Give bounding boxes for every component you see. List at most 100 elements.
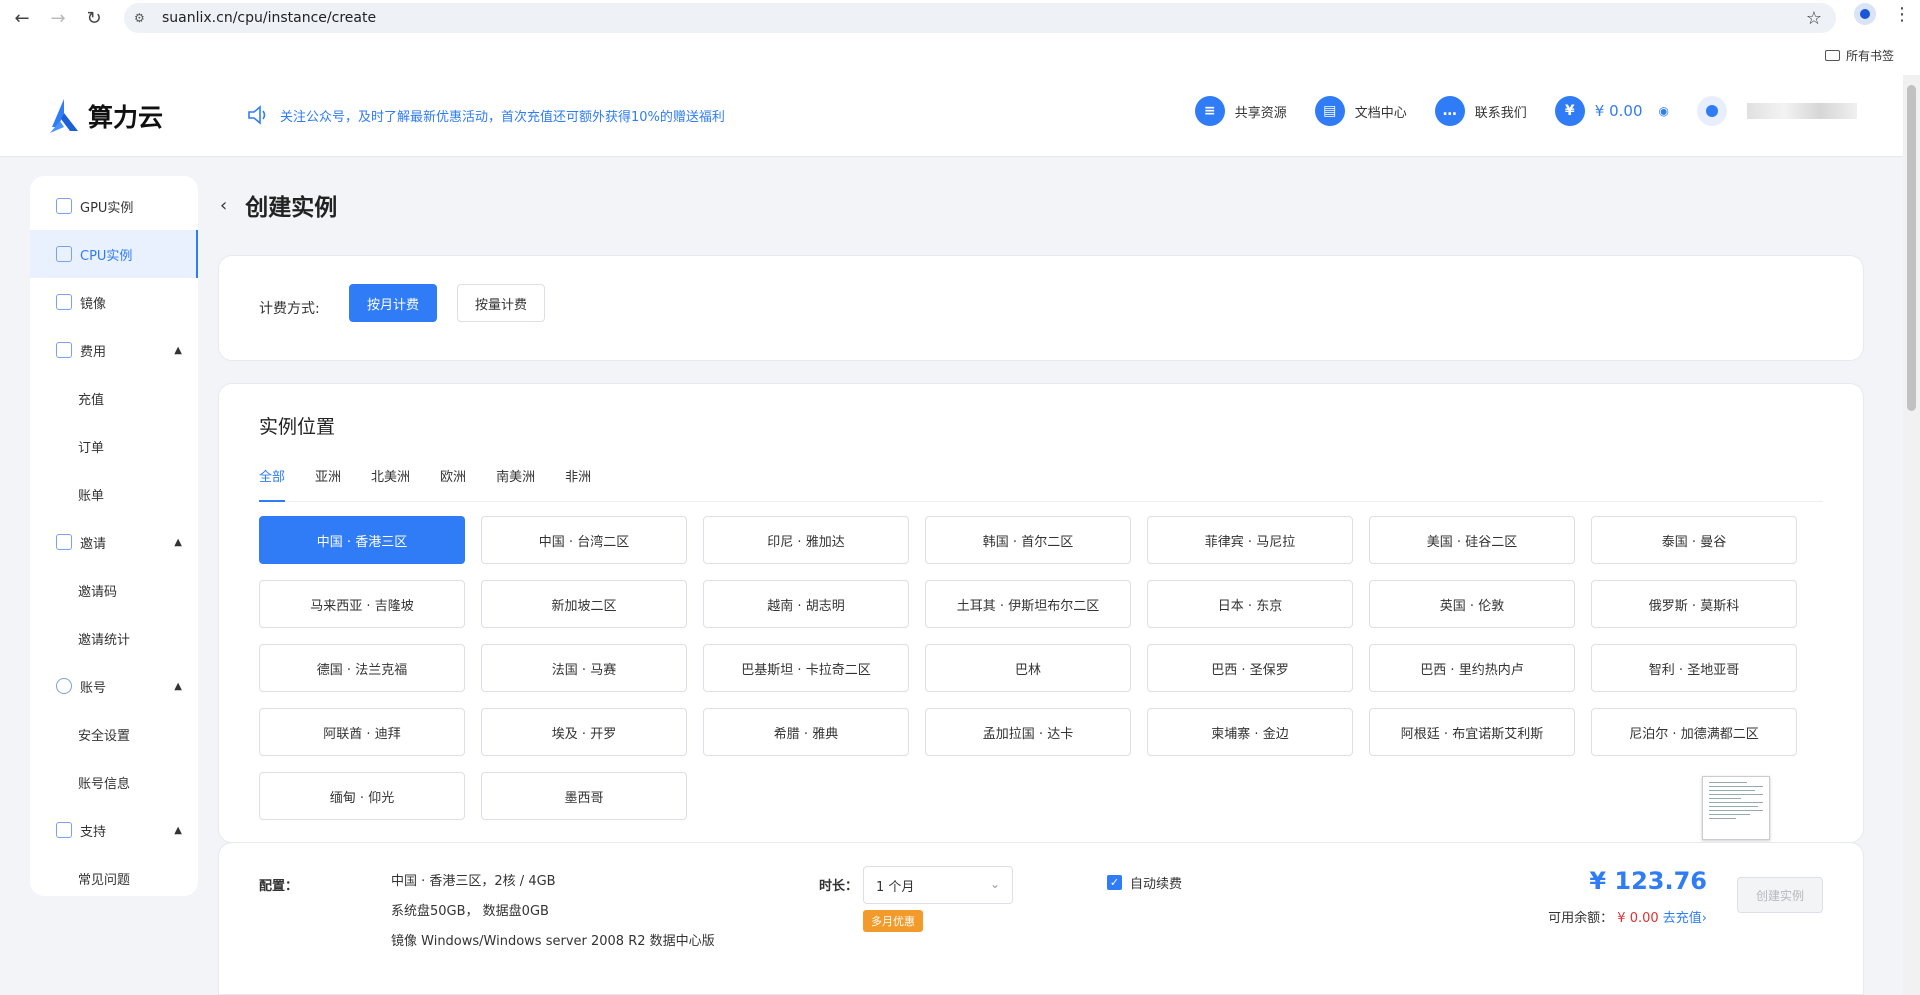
config-line-image: 镜像 Windows/Windows server 2008 R2 数据中心版 (391, 934, 715, 949)
region-button[interactable]: 尼泊尔 · 加德满都二区 (1591, 708, 1797, 756)
available-label: 可用余额： (1548, 911, 1614, 926)
duration-select[interactable]: 1 个月 ⌄ (863, 866, 1013, 904)
region-button[interactable]: 巴基斯坦 · 卡拉奇二区 (703, 644, 909, 692)
checkbox-checked-icon[interactable]: ✓ (1107, 875, 1122, 890)
eye-icon[interactable]: ◉ (1659, 104, 1669, 118)
bookmark-bar: 所有书签 (0, 37, 1920, 75)
page-scrollbar[interactable] (1903, 75, 1920, 995)
auto-renew-checkbox[interactable]: ✓ 自动续费 (1107, 873, 1182, 892)
region-button[interactable]: 埃及 · 开罗 (481, 708, 687, 756)
region-button[interactable]: 韩国 · 首尔二区 (925, 516, 1131, 564)
shared-resources-label: 共享资源 (1234, 105, 1287, 121)
browser-menu-icon[interactable]: ⋮ (1892, 4, 1912, 25)
avatar[interactable] (1697, 96, 1727, 126)
balance-display[interactable]: ¥ ¥ 0.00 ◉ (1554, 96, 1669, 126)
bookmark-star-icon[interactable]: ☆ (1806, 8, 1822, 29)
browser-toolbar: ← → ↻ ⚙ suanlix.cn/cpu/instance/create ☆… (0, 0, 1920, 37)
region-button[interactable]: 日本 · 东京 (1147, 580, 1353, 628)
chevron-up-icon: ▲ (174, 344, 182, 356)
scrollbar-thumb[interactable] (1907, 85, 1916, 411)
sidebar-item-invite-stats[interactable]: 邀请统计 (30, 614, 198, 662)
site-info-icon[interactable]: ⚙ (134, 11, 154, 25)
tab-north-america[interactable]: 北美洲 (371, 466, 410, 501)
auto-renew-label: 自动续费 (1130, 877, 1183, 892)
create-instance-button[interactable]: 创建实例 (1737, 877, 1823, 913)
region-button[interactable]: 墨西哥 (481, 772, 687, 820)
sidebar-item-gpu-instance[interactable]: GPU实例 (30, 182, 198, 230)
recharge-link[interactable]: 去充值› (1663, 911, 1707, 926)
tab-africa[interactable]: 非洲 (565, 466, 591, 501)
sidebar-group-account[interactable]: 账号 ▲ (30, 662, 198, 710)
speaker-icon (248, 105, 266, 125)
all-bookmarks[interactable]: 所有书签 (1824, 47, 1894, 64)
region-button[interactable]: 柬埔寨 · 金边 (1147, 708, 1353, 756)
back-icon[interactable]: ← (4, 1, 40, 37)
building-icon (56, 342, 72, 358)
region-button[interactable]: 中国 · 香港三区 (259, 516, 465, 564)
region-button[interactable]: 美国 · 硅谷二区 (1369, 516, 1575, 564)
region-button[interactable]: 英国 · 伦敦 (1369, 580, 1575, 628)
region-button[interactable]: 缅甸 · 仰光 (259, 772, 465, 820)
sidebar-item-bills[interactable]: 账单 (30, 470, 198, 518)
region-button[interactable]: 智利 · 圣地亚哥 (1591, 644, 1797, 692)
region-button[interactable]: 希腊 · 雅典 (703, 708, 909, 756)
sidebar-item-cpu-instance[interactable]: CPU实例 (30, 230, 198, 278)
shared-resources-link[interactable]: ≡ 共享资源 (1194, 96, 1287, 126)
sidebar-item-recharge[interactable]: 充值 (30, 374, 198, 422)
region-button[interactable]: 印尼 · 雅加达 (703, 516, 909, 564)
tab-all[interactable]: 全部 (259, 466, 286, 502)
sidebar-group-billing[interactable]: 费用 ▲ (30, 326, 198, 374)
tab-south-america[interactable]: 南美洲 (496, 466, 535, 501)
sidebar-item-label: 镜像 (80, 296, 107, 312)
chevron-up-icon: ▲ (174, 680, 182, 692)
usage-billing-button[interactable]: 按量计费 (457, 284, 545, 322)
region-button[interactable]: 巴西 · 里约热内卢 (1369, 644, 1575, 692)
region-button[interactable]: 泰国 · 曼谷 (1591, 516, 1797, 564)
region-button[interactable]: 越南 · 胡志明 (703, 580, 909, 628)
document-icon: ▤ (1314, 96, 1345, 126)
region-button[interactable]: 巴西 · 圣保罗 (1147, 644, 1353, 692)
sidebar-item-label: 邀请 (80, 536, 107, 552)
sidebar-item-label: 支持 (80, 824, 107, 840)
sidebar-item-faq[interactable]: 常见问题 (30, 854, 198, 902)
region-button[interactable]: 土耳其 · 伊斯坦布尔二区 (925, 580, 1131, 628)
address-bar[interactable]: ⚙ suanlix.cn/cpu/instance/create ☆ (124, 3, 1836, 33)
sidebar-item-invite-code[interactable]: 邀请码 (30, 566, 198, 614)
location-card: 实例位置 全部 亚洲 北美洲 欧洲 南美洲 非洲 中国 · 香港三区 中国 · … (218, 383, 1864, 843)
region-button[interactable]: 德国 · 法兰克福 (259, 644, 465, 692)
tab-asia[interactable]: 亚洲 (315, 466, 341, 501)
region-button[interactable]: 阿根廷 · 布宜诺斯艾利斯 (1369, 708, 1575, 756)
available-balance: 可用余额： ¥ 0.00 去充值› (1548, 907, 1707, 926)
region-button[interactable]: 巴林 (925, 644, 1131, 692)
region-button[interactable]: 阿联酋 · 迪拜 (259, 708, 465, 756)
user-menu[interactable] (1697, 96, 1857, 126)
document-thumbnail[interactable] (1702, 776, 1770, 840)
server-icon (56, 246, 72, 262)
sidebar-item-image[interactable]: 镜像 (30, 278, 198, 326)
sidebar-item-security[interactable]: 安全设置 (30, 710, 198, 758)
region-button[interactable]: 俄罗斯 · 莫斯科 (1591, 580, 1797, 628)
back-chevron-icon[interactable]: ‹ (220, 195, 227, 216)
region-tabs: 全部 亚洲 北美洲 欧洲 南美洲 非洲 (259, 466, 1823, 502)
tab-europe[interactable]: 欧洲 (440, 466, 466, 501)
profile-icon[interactable] (1854, 3, 1876, 25)
config-line-disk: 系统盘50GB， 数据盘0GB (391, 904, 549, 919)
monthly-billing-button[interactable]: 按月计费 (349, 284, 437, 322)
region-button[interactable]: 菲律宾 · 马尼拉 (1147, 516, 1353, 564)
logo[interactable]: 算力云 (48, 97, 163, 135)
sidebar-item-orders[interactable]: 订单 (30, 422, 198, 470)
forward-icon[interactable]: → (40, 1, 76, 37)
notice-banner[interactable]: 关注公众号，及时了解最新优惠活动，首次充值还可额外获得10%的赠送福利 (246, 105, 725, 125)
region-button[interactable]: 新加坡二区 (481, 580, 687, 628)
reload-icon[interactable]: ↻ (76, 1, 112, 37)
docs-center-link[interactable]: ▤ 文档中心 (1314, 96, 1407, 126)
region-button[interactable]: 法国 · 马赛 (481, 644, 687, 692)
region-button[interactable]: 中国 · 台湾二区 (481, 516, 687, 564)
contact-us-link[interactable]: … 联系我们 (1434, 96, 1527, 126)
sidebar-item-account-info[interactable]: 账号信息 (30, 758, 198, 806)
region-button[interactable]: 马来西亚 · 吉隆坡 (259, 580, 465, 628)
sidebar-group-support[interactable]: 支持 ▲ (30, 806, 198, 854)
sidebar-group-invite[interactable]: 邀请 ▲ (30, 518, 198, 566)
url-text[interactable]: suanlix.cn/cpu/instance/create (162, 10, 376, 26)
region-button[interactable]: 孟加拉国 · 达卡 (925, 708, 1131, 756)
